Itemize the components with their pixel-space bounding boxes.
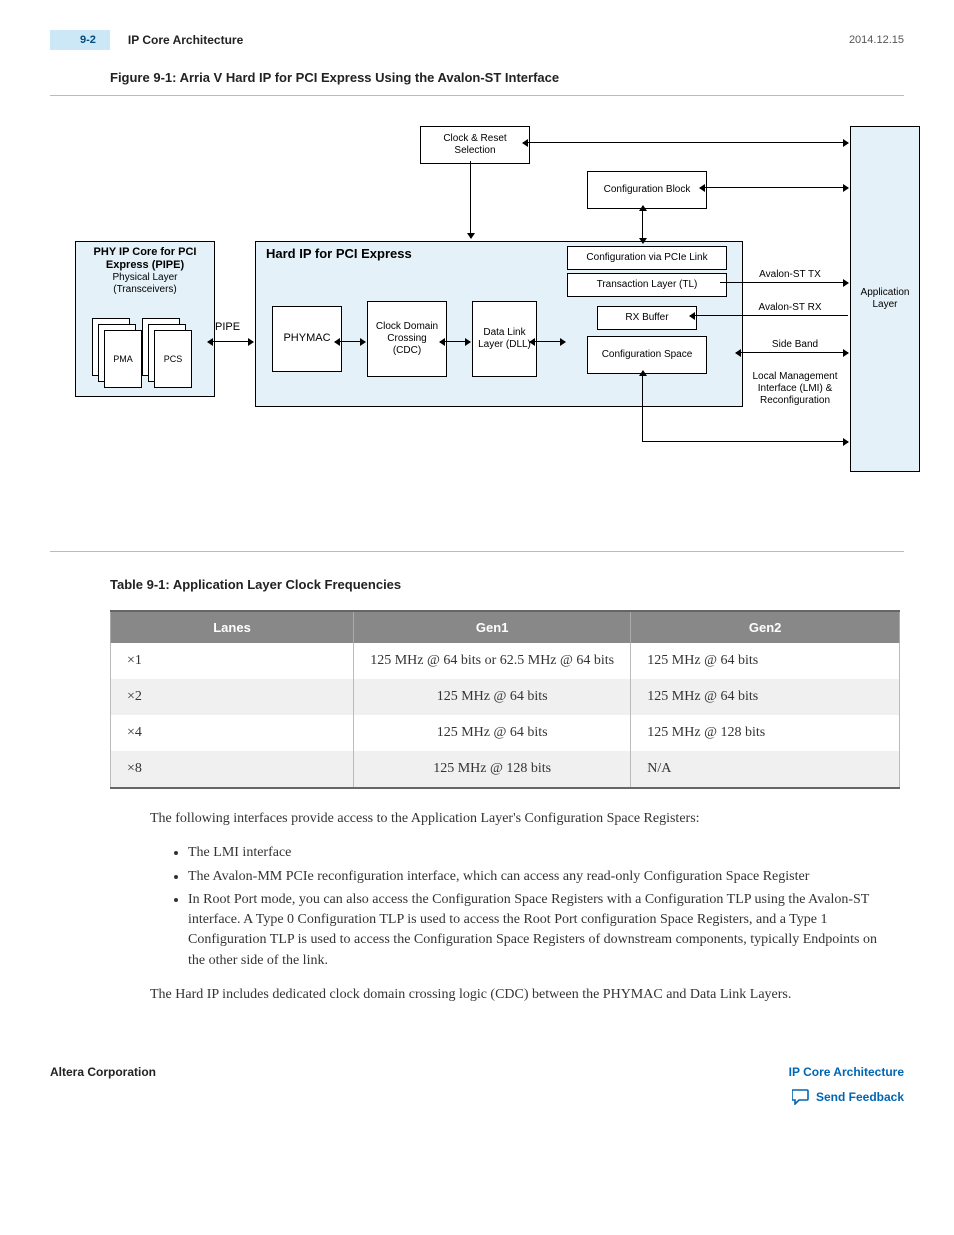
table-cell: 125 MHz @ 64 bits (354, 679, 631, 715)
figure-caption: Figure 9-1: Arria V Hard IP for PCI Expr… (110, 70, 904, 85)
list-item: The LMI interface (188, 843, 890, 863)
arrow-pipe (208, 341, 253, 342)
arrow-cdc-dll (440, 341, 470, 342)
arrow-clkreset-app (523, 142, 848, 143)
table-row: ×8 125 MHz @ 128 bits N/A (111, 751, 900, 788)
arrow-avst-tx (720, 282, 848, 283)
footer-link-feedback[interactable]: Send Feedback (789, 1089, 904, 1105)
table-header-gen2: Gen2 (631, 611, 900, 643)
table-cell: ×4 (111, 715, 354, 751)
dll-box: Data Link Layer (DLL) (472, 301, 537, 377)
table-cell: 125 MHz @ 128 bits (354, 751, 631, 788)
phy-title: PHY IP Core for PCI Express (PIPE) (80, 246, 210, 272)
body-text: The following interfaces provide access … (150, 809, 890, 1005)
section-title: IP Core Architecture (128, 33, 243, 47)
avst-tx-label: Avalon-ST TX (750, 269, 830, 281)
table-cell: 125 MHz @ 128 bits (631, 715, 900, 751)
avst-rx-label: Avalon-ST RX (750, 302, 830, 314)
config-space-box: Configuration Space (587, 336, 707, 374)
footer-link-architecture[interactable]: IP Core Architecture (789, 1065, 904, 1079)
table-header-gen1: Gen1 (354, 611, 631, 643)
list-item: The Avalon-MM PCIe reconfiguration inter… (188, 867, 890, 887)
figure-diagram: PHY IP Core for PCI Express (PIPE) Physi… (50, 95, 904, 552)
table-cell: 125 MHz @ 64 bits (631, 643, 900, 679)
feedback-icon (792, 1089, 810, 1105)
table-caption: Table 9-1: Application Layer Clock Frequ… (110, 577, 904, 592)
arrow-clkreset-down (470, 161, 471, 238)
table-cell: ×1 (111, 643, 354, 679)
phymac-box: PHYMAC (272, 306, 342, 372)
table-cell: 125 MHz @ 64 bits or 62.5 MHz @ 64 bits (354, 643, 631, 679)
table-cell: 125 MHz @ 64 bits (631, 679, 900, 715)
lmi-vert-line (642, 371, 643, 441)
intro-paragraph: The following interfaces provide access … (150, 809, 890, 829)
page-footer: Altera Corporation IP Core Architecture … (50, 1065, 904, 1105)
arrow-avst-rx (690, 315, 848, 316)
closing-paragraph: The Hard IP includes dedicated clock dom… (150, 985, 890, 1005)
cdc-box: Clock Domain Crossing (CDC) (367, 301, 447, 377)
list-item: In Root Port mode, you can also access t… (188, 890, 890, 971)
feedback-label: Send Feedback (816, 1090, 904, 1104)
config-via-link-box: Configuration via PCIe Link (567, 246, 727, 270)
table-cell: 125 MHz @ 64 bits (354, 715, 631, 751)
rx-buffer-box: RX Buffer (597, 306, 697, 330)
application-layer-box: Application Layer (850, 126, 920, 472)
phy-subtitle: Physical Layer (Transceivers) (80, 272, 210, 296)
footer-company: Altera Corporation (50, 1065, 156, 1079)
hard-ip-title: Hard IP for PCI Express (266, 246, 412, 262)
pipe-label: PIPE (215, 321, 240, 334)
clock-freq-table: Lanes Gen1 Gen2 ×1 125 MHz @ 64 bits or … (110, 610, 900, 789)
lmi-horz-arrowhead (842, 441, 848, 442)
sideband-label: Side Band (760, 339, 830, 351)
table-cell: N/A (631, 751, 900, 788)
pcs-box: PCS (154, 330, 192, 388)
arrow-configblock-app (700, 187, 848, 188)
arrow-phymac-cdc (335, 341, 365, 342)
page-date: 2014.12.15 (849, 34, 904, 46)
pma-box: PMA (104, 330, 142, 388)
lmi-horz-line (642, 441, 848, 442)
table-row: ×2 125 MHz @ 64 bits 125 MHz @ 64 bits (111, 679, 900, 715)
arrow-sideband (736, 352, 848, 353)
table-header-lanes: Lanes (111, 611, 354, 643)
table-row: ×1 125 MHz @ 64 bits or 62.5 MHz @ 64 bi… (111, 643, 900, 679)
lmi-label: Local Management Interface (LMI) & Recon… (745, 371, 845, 407)
lmi-vert-arrowhead (642, 371, 643, 372)
table-cell: ×8 (111, 751, 354, 788)
transaction-layer-box: Transaction Layer (TL) (567, 273, 727, 297)
table-cell: ×2 (111, 679, 354, 715)
table-row: ×4 125 MHz @ 64 bits 125 MHz @ 128 bits (111, 715, 900, 751)
page-number: 9-2 (50, 30, 110, 50)
clock-reset-box: Clock & Reset Selection (420, 126, 530, 164)
page-header: 9-2 IP Core Architecture 2014.12.15 (50, 30, 904, 50)
arrow-dll-tl (530, 341, 565, 342)
config-block-box: Configuration Block (587, 171, 707, 209)
arrow-configblock-down (642, 206, 643, 243)
